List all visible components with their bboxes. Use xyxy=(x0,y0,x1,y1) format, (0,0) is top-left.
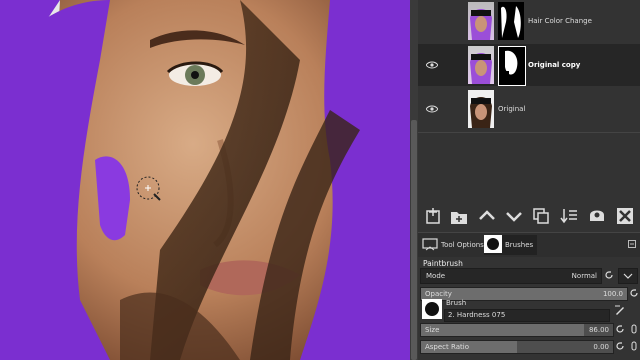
aspect-ratio-slider[interactable]: Aspect Ratio 0.00 xyxy=(420,340,614,354)
image-canvas[interactable] xyxy=(0,0,410,360)
mode-dropdown[interactable] xyxy=(618,268,638,284)
reset-mode-icon[interactable] xyxy=(604,270,614,282)
size-slider-fill xyxy=(421,324,585,336)
brush-name-field[interactable]: 2. Hardness 075 xyxy=(444,309,610,322)
reset-size-icon[interactable] xyxy=(614,323,626,335)
mode-value: Normal xyxy=(571,272,597,280)
raise-layer-icon[interactable] xyxy=(476,205,498,227)
mode-row: Mode Normal Mode xyxy=(420,268,638,284)
reset-opacity-icon[interactable] xyxy=(628,287,640,299)
layer-name[interactable]: Original copy xyxy=(528,61,580,69)
dock-tabbar: Tool Options Brushes xyxy=(418,232,640,257)
tool-name: Paintbrush xyxy=(423,259,463,268)
brush-preview[interactable] xyxy=(422,299,442,319)
aspect-ratio-value: 0.00 xyxy=(593,343,609,351)
add-mask-icon[interactable] xyxy=(586,205,608,227)
duplicate-layer-icon[interactable] xyxy=(530,205,552,227)
layer-toolbar xyxy=(418,200,640,232)
size-value: 86.00 xyxy=(588,326,609,334)
brush-value: 2. Hardness 075 xyxy=(448,311,506,319)
reset-aspect-icon[interactable] xyxy=(614,340,626,352)
size-slider[interactable]: Size 86.00 xyxy=(420,323,614,337)
tab-label: Tool Options xyxy=(441,241,484,249)
layer-thumbnail xyxy=(468,2,494,40)
photo-illustration xyxy=(0,0,410,360)
layer-row-hair-color-change[interactable]: Hair Color Change xyxy=(418,0,640,42)
layer-name[interactable]: Hair Color Change xyxy=(528,17,592,25)
canvas-vertical-scrollbar[interactable] xyxy=(410,0,418,360)
opacity-value: 100.0 xyxy=(602,290,623,298)
eye-icon[interactable] xyxy=(425,60,439,70)
layer-mask-thumbnail xyxy=(498,46,526,86)
layer-row-original-copy[interactable]: Original copy xyxy=(418,44,640,86)
layer-name[interactable]: Original xyxy=(498,105,525,113)
layers-divider xyxy=(418,132,640,133)
mode-label: Mode xyxy=(426,272,446,280)
layer-thumbnail xyxy=(468,46,494,84)
brush-preview-icon xyxy=(484,235,502,255)
mode-select[interactable]: Normal xyxy=(420,268,602,284)
merge-down-icon[interactable] xyxy=(558,205,580,227)
scrollbar-thumb[interactable] xyxy=(411,120,417,360)
aspect-ratio-label: Aspect Ratio xyxy=(425,343,469,351)
layer-row-original[interactable]: Original xyxy=(418,88,640,130)
tab-tool-options[interactable]: Tool Options xyxy=(422,235,484,255)
delete-layer-icon[interactable] xyxy=(614,205,636,227)
layers-dock: Hair Color Change Original copy Original xyxy=(418,0,640,360)
brush-label: Brush xyxy=(446,299,467,307)
new-layer-icon[interactable] xyxy=(422,205,444,227)
chevron-down-icon xyxy=(623,273,633,279)
opacity-label: Opacity xyxy=(425,290,452,298)
tool-options-icon xyxy=(422,237,438,253)
tab-label: Brushes xyxy=(505,241,534,249)
new-layer-group-icon[interactable] xyxy=(448,205,470,227)
layer-mask-thumbnail xyxy=(498,2,524,40)
panel-menu-icon[interactable] xyxy=(628,240,636,250)
link-size-icon[interactable] xyxy=(628,323,640,335)
layer-thumbnail xyxy=(468,90,494,128)
size-label: Size xyxy=(425,326,440,334)
eye-icon[interactable] xyxy=(425,104,439,114)
brush-row: Brush 2. Hardness 075 xyxy=(420,299,638,322)
link-aspect-icon[interactable] xyxy=(628,340,640,352)
lower-layer-icon[interactable] xyxy=(503,205,525,227)
tab-brushes[interactable]: Brushes xyxy=(484,235,538,255)
edit-brush-icon[interactable] xyxy=(614,304,626,318)
